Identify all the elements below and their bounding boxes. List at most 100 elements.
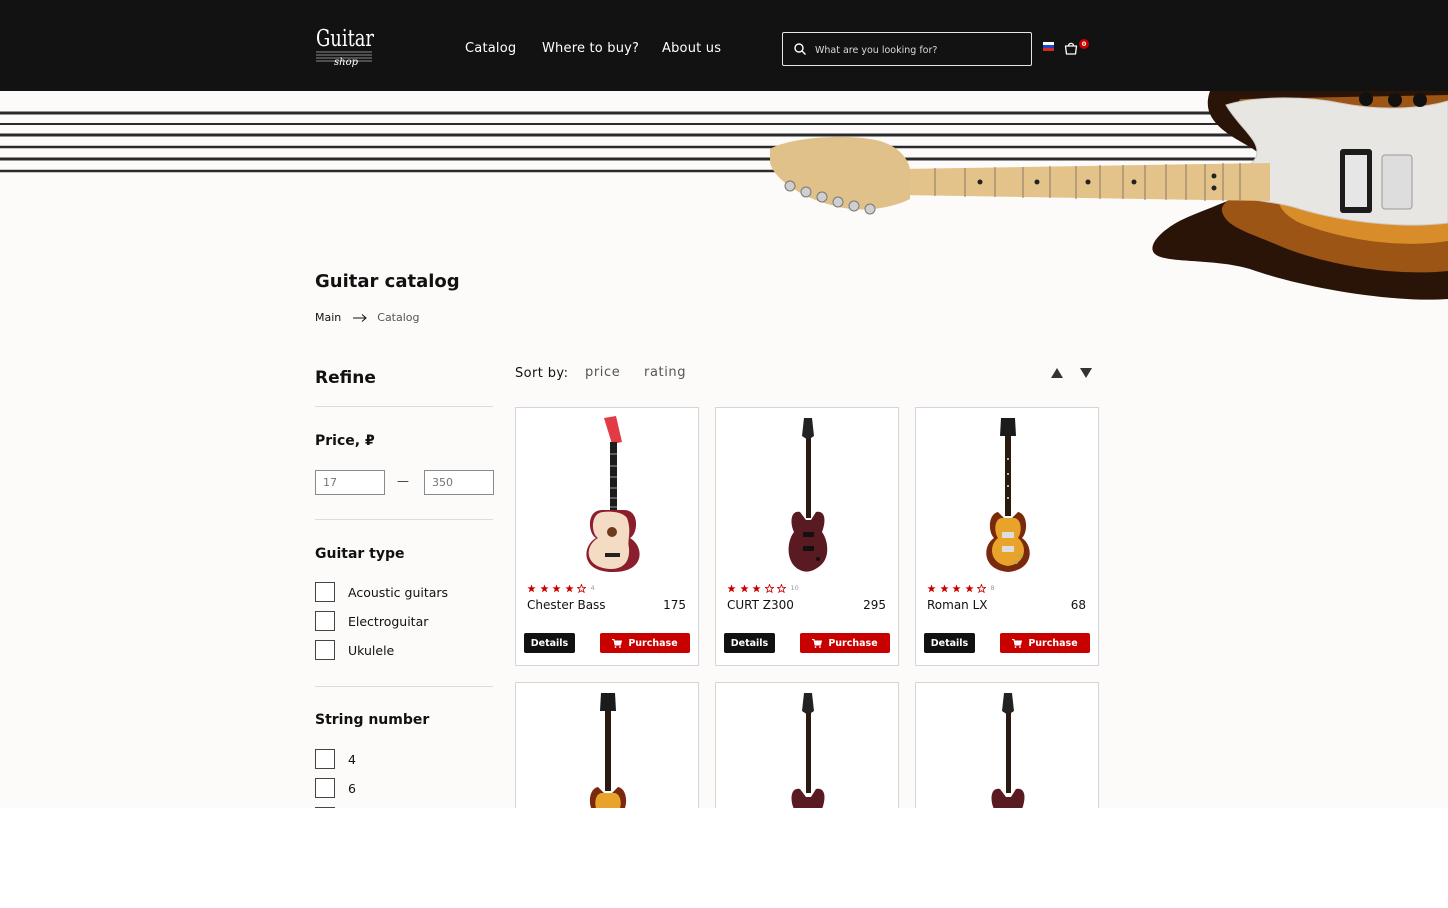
- star-empty-icon: [977, 583, 986, 593]
- electric-guitar-image[interactable]: [756, 691, 860, 808]
- breadcrumb-catalog: Catalog: [377, 311, 420, 324]
- electric-guitar-image[interactable]: [756, 414, 860, 574]
- checkbox-label: 4: [348, 751, 356, 767]
- star-rating: 8: [927, 583, 995, 593]
- price-filter-title: Price, ₽: [315, 433, 375, 449]
- filter-ukulele[interactable]: Ukulele: [315, 640, 394, 660]
- breadcrumb-main[interactable]: Main: [315, 311, 341, 324]
- site-header: Guitar shop Catalog Where to buy? About …: [0, 0, 1448, 91]
- divider: [315, 519, 493, 520]
- search-icon[interactable]: [793, 42, 807, 56]
- refine-title: Refine: [315, 368, 376, 388]
- filter-acoustic[interactable]: Acoustic guitars: [315, 582, 448, 602]
- guitar-shop-logo[interactable]: Guitar shop: [314, 24, 376, 80]
- ukulele-image[interactable]: [556, 414, 660, 574]
- string-number-title: String number: [315, 712, 430, 728]
- product-price: 68: [1070, 598, 1086, 612]
- electric-guitar-image[interactable]: [956, 691, 1060, 808]
- star-filled-icon: [727, 583, 736, 592]
- filter-strings-4[interactable]: 4: [315, 749, 356, 769]
- arrow-right-icon: [353, 313, 368, 322]
- checkbox[interactable]: [315, 611, 335, 631]
- triangle-up-icon[interactable]: [1051, 368, 1063, 378]
- divider: [315, 406, 493, 407]
- product-card: 8 Roman LX 68 Details Purchase: [915, 407, 1099, 666]
- cart-icon[interactable]: [1063, 40, 1079, 56]
- nav-about-us[interactable]: About us: [662, 41, 721, 56]
- checkbox[interactable]: [315, 640, 335, 660]
- checkbox[interactable]: [315, 749, 335, 769]
- product-price: 175: [663, 598, 686, 612]
- logo-title: Guitar: [316, 26, 374, 52]
- checkbox[interactable]: [315, 807, 335, 808]
- logo-subtitle: shop: [334, 57, 359, 68]
- details-button[interactable]: Details: [724, 633, 775, 653]
- star-filled-icon: [752, 583, 761, 592]
- star-filled-icon: [939, 583, 949, 592]
- cart-icon: [612, 638, 623, 648]
- les-paul-guitar-image[interactable]: [556, 691, 660, 808]
- hero-guitar-banner: [0, 91, 1448, 300]
- sort-by-price[interactable]: price: [585, 365, 620, 380]
- nav-where-to-buy[interactable]: Where to buy?: [542, 41, 639, 56]
- les-paul-guitar-image[interactable]: [956, 414, 1060, 574]
- purchase-button[interactable]: Purchase: [800, 633, 890, 653]
- page-title: Guitar catalog: [315, 271, 460, 292]
- review-count: 10: [790, 584, 799, 592]
- divider: [315, 686, 493, 687]
- filter-strings-6[interactable]: 6: [315, 778, 356, 798]
- checkbox-label: Ukulele: [348, 642, 395, 658]
- nav-catalog[interactable]: Catalog: [465, 41, 516, 56]
- details-button[interactable]: Details: [524, 633, 575, 653]
- checkbox[interactable]: [315, 582, 335, 602]
- purchase-label: Purchase: [828, 637, 878, 649]
- purchase-button[interactable]: Purchase: [1000, 633, 1090, 653]
- triangle-down-icon[interactable]: [1080, 368, 1092, 378]
- star-filled-icon: [739, 583, 749, 592]
- breadcrumb: Main Catalog: [315, 311, 420, 324]
- star-rating: 4: [527, 583, 595, 593]
- page-viewport: Guitar shop Catalog Where to buy? About …: [0, 0, 1448, 808]
- star-filled-icon: [564, 583, 574, 592]
- filter-strings-next[interactable]: [315, 807, 348, 808]
- price-min-input[interactable]: [315, 470, 385, 495]
- product-card: [515, 682, 699, 808]
- cart-icon: [1012, 638, 1023, 648]
- star-filled-icon: [539, 583, 549, 592]
- star-filled-icon: [927, 583, 936, 592]
- price-max-input[interactable]: [424, 470, 494, 495]
- star-filled-icon: [527, 583, 536, 592]
- product-card: 4 Chester Bass 175 Details Purchase: [515, 407, 699, 666]
- checkbox-label: Electroguitar: [348, 613, 429, 629]
- cart-count-badge: 0: [1079, 39, 1089, 49]
- sort-by-rating[interactable]: rating: [644, 365, 686, 380]
- filter-electroguitar[interactable]: Electroguitar: [315, 611, 428, 631]
- purchase-label: Purchase: [628, 637, 678, 649]
- price-range-dash: —: [397, 474, 409, 488]
- product-card: 10 CURT Z300 295 Details Purchase: [715, 407, 899, 666]
- search-box: [782, 32, 1032, 66]
- guitar-type-title: Guitar type: [315, 546, 405, 562]
- sort-label: Sort by:: [515, 366, 569, 381]
- search-input[interactable]: [815, 40, 1020, 60]
- star-filled-icon: [552, 583, 561, 592]
- star-filled-icon: [952, 583, 961, 592]
- review-count: 8: [990, 584, 995, 592]
- product-name: CURT Z300: [727, 598, 794, 612]
- ru-flag-icon[interactable]: [1043, 42, 1054, 51]
- review-count: 4: [590, 584, 595, 592]
- checkbox-label: 6: [348, 780, 356, 796]
- star-empty-icon: [577, 583, 586, 593]
- purchase-button[interactable]: Purchase: [600, 633, 690, 653]
- details-button[interactable]: Details: [924, 633, 975, 653]
- star-rating: 10: [727, 583, 799, 593]
- star-empty-icon: [777, 583, 786, 593]
- product-card: [915, 682, 1099, 808]
- star-empty-icon: [764, 583, 774, 593]
- cart-icon: [812, 638, 823, 648]
- product-name: Roman LX: [927, 598, 988, 612]
- product-card: [715, 682, 899, 808]
- star-filled-icon: [964, 583, 974, 592]
- checkbox[interactable]: [315, 778, 335, 798]
- product-price: 295: [863, 598, 886, 612]
